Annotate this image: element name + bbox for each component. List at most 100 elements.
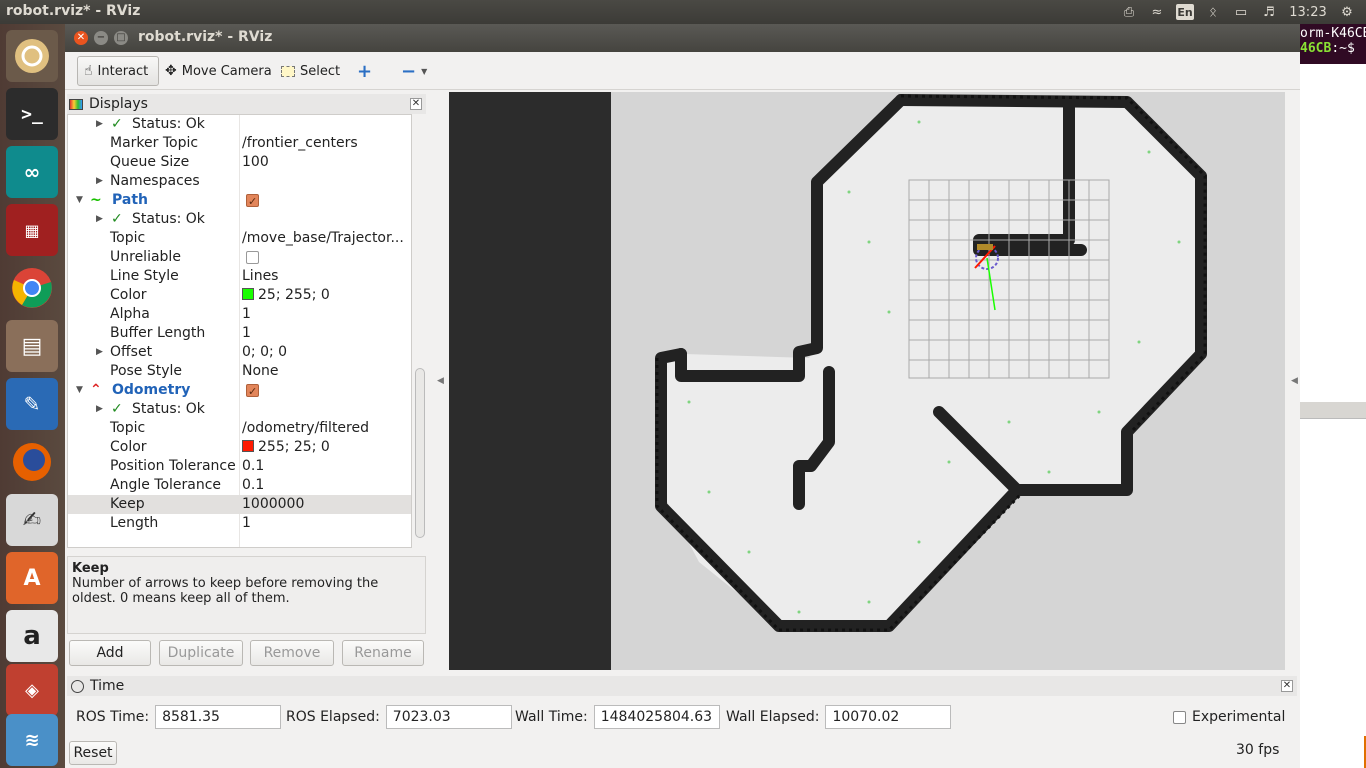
- property-value[interactable]: 0.1: [242, 476, 264, 495]
- expand-arrow-icon[interactable]: ▶: [96, 172, 103, 191]
- scrollbar-thumb[interactable]: [415, 368, 425, 538]
- tree-row-odometry-display[interactable]: ▼ ⌃ Odometry: [68, 381, 411, 401]
- remove-tool-menu[interactable]: − ▼: [395, 56, 433, 86]
- firefox-icon[interactable]: [6, 436, 58, 488]
- battery-icon[interactable]: ▭: [1232, 4, 1250, 20]
- add-display-button[interactable]: Add: [69, 640, 151, 666]
- reset-button[interactable]: Reset: [69, 741, 117, 765]
- property-value[interactable]: 25; 255; 0: [242, 286, 330, 305]
- tree-row[interactable]: Line Style Lines: [68, 267, 411, 286]
- tree-row[interactable]: ▶ ✓ Status: Ok: [68, 400, 411, 419]
- tree-row[interactable]: Angle Tolerance 0.1: [68, 476, 411, 495]
- unreliable-checkbox[interactable]: [246, 251, 259, 264]
- tree-row[interactable]: Length 1: [68, 514, 411, 533]
- property-value[interactable]: 0; 0; 0: [242, 343, 287, 362]
- move-camera-tool-button[interactable]: ✥ Move Camera: [159, 56, 278, 86]
- tree-row[interactable]: Alpha 1: [68, 305, 411, 324]
- property-value[interactable]: 1000000: [242, 495, 304, 514]
- tree-row[interactable]: Position Tolerance 0.1: [68, 457, 411, 476]
- files-icon[interactable]: ▤: [6, 320, 58, 372]
- chrome-icon[interactable]: [6, 262, 58, 314]
- odometry-enabled-checkbox[interactable]: [246, 382, 259, 401]
- tree-row[interactable]: Unreliable: [68, 248, 411, 267]
- property-value[interactable]: 100: [242, 153, 269, 172]
- terminal-icon[interactable]: >_: [6, 88, 58, 140]
- expand-arrow-icon[interactable]: ▶: [96, 343, 103, 362]
- right-splitter-arrow-icon[interactable]: ◀: [1291, 376, 1298, 386]
- path-color-swatch[interactable]: [242, 288, 254, 300]
- tree-row[interactable]: ▶ Namespaces: [68, 172, 411, 191]
- property-value[interactable]: 1: [242, 514, 251, 533]
- expand-arrow-icon[interactable]: ▶: [96, 400, 103, 419]
- tree-row[interactable]: ▶ Offset 0; 0; 0: [68, 343, 411, 362]
- tree-row-path-display[interactable]: ▼ ~ Path: [68, 191, 411, 211]
- property-value[interactable]: 0.1: [242, 457, 264, 476]
- tree-row[interactable]: Topic /move_base/Trajector...: [68, 229, 411, 248]
- printer-icon[interactable]: ⎙: [1120, 4, 1138, 20]
- bluetooth-icon[interactable]: ᛟ: [1204, 4, 1222, 20]
- background-terminal[interactable]: orm-K46CB 46CB:~$: [1300, 24, 1366, 768]
- expand-arrow-icon[interactable]: ▶: [96, 210, 103, 229]
- path-enabled-checkbox[interactable]: [246, 192, 259, 211]
- close-time-button[interactable]: ✕: [1281, 680, 1293, 692]
- ros-elapsed-value[interactable]: 7023.03: [385, 705, 512, 729]
- tree-row[interactable]: ▶ ✓ Status: Ok: [68, 115, 411, 134]
- remote-desktop-icon[interactable]: ▦: [6, 204, 58, 256]
- amazon-icon[interactable]: a: [6, 610, 58, 662]
- odom-color-swatch[interactable]: [242, 440, 254, 452]
- text-editor-icon[interactable]: ✍: [6, 494, 58, 546]
- add-tool-button[interactable]: +: [351, 56, 378, 86]
- rviz-icon[interactable]: ◈: [6, 664, 58, 716]
- rviz-stack-icon[interactable]: ≋: [6, 714, 58, 766]
- volume-icon[interactable]: ♬: [1260, 4, 1278, 20]
- tree-row[interactable]: Pose Style None: [68, 362, 411, 381]
- tree-row-selected[interactable]: Keep 1000000: [68, 495, 411, 514]
- power-gear-icon[interactable]: ⚙: [1338, 4, 1356, 20]
- wall-time-label: Wall Time:: [515, 709, 588, 725]
- property-value[interactable]: 1: [242, 324, 251, 343]
- experimental-toggle[interactable]: Experimental: [1173, 705, 1285, 729]
- remove-display-button[interactable]: Remove: [250, 640, 334, 666]
- property-value[interactable]: /odometry/filtered: [242, 419, 369, 438]
- ros-time-value[interactable]: 8581.35: [155, 705, 282, 729]
- property-value[interactable]: 1: [242, 305, 251, 324]
- maximize-window-button[interactable]: □: [114, 31, 128, 45]
- collapse-arrow-icon[interactable]: ▼: [76, 381, 83, 400]
- rename-display-button[interactable]: Rename: [342, 640, 424, 666]
- left-splitter-arrow-icon[interactable]: ◀: [437, 376, 444, 386]
- interact-tool-button[interactable]: ☝ Interact: [77, 56, 159, 86]
- tree-row[interactable]: Queue Size 100: [68, 153, 411, 172]
- tree-row[interactable]: Color 25; 255; 0: [68, 286, 411, 305]
- wifi-icon[interactable]: ≈: [1148, 4, 1166, 20]
- displays-scrollbar[interactable]: [414, 114, 426, 548]
- collapse-arrow-icon[interactable]: ▼: [76, 191, 83, 210]
- ubuntu-dash-icon[interactable]: [6, 30, 58, 82]
- interact-label: Interact: [97, 63, 149, 79]
- 3d-render-view[interactable]: [449, 92, 1285, 670]
- property-value[interactable]: Lines: [242, 267, 278, 286]
- wall-elapsed-value[interactable]: 10070.02: [825, 705, 952, 729]
- clock[interactable]: 13:23: [1288, 4, 1328, 20]
- arduino-icon[interactable]: ∞: [6, 146, 58, 198]
- tree-row[interactable]: Buffer Length 1: [68, 324, 411, 343]
- tree-row[interactable]: ▶ ✓ Status: Ok: [68, 210, 411, 229]
- property-value[interactable]: 255; 25; 0: [242, 438, 330, 457]
- minimize-window-button[interactable]: −: [94, 31, 108, 45]
- software-center-icon[interactable]: A: [6, 552, 58, 604]
- keyboard-layout-indicator[interactable]: En: [1176, 4, 1194, 20]
- expand-arrow-icon[interactable]: ▶: [96, 115, 103, 134]
- property-value[interactable]: /frontier_centers: [242, 134, 358, 153]
- tree-row[interactable]: Topic /odometry/filtered: [68, 419, 411, 438]
- tree-row[interactable]: Marker Topic /frontier_centers: [68, 134, 411, 153]
- duplicate-display-button[interactable]: Duplicate: [159, 640, 243, 666]
- tree-row[interactable]: Color 255; 25; 0: [68, 438, 411, 457]
- experimental-checkbox[interactable]: [1173, 710, 1186, 724]
- select-tool-button[interactable]: Select: [275, 56, 346, 86]
- close-displays-button[interactable]: ✕: [410, 98, 422, 110]
- property-value[interactable]: /move_base/Trajector...: [242, 229, 404, 248]
- writer-icon[interactable]: ✎: [6, 378, 58, 430]
- close-window-button[interactable]: ✕: [74, 31, 88, 45]
- wall-time-value[interactable]: 1484025804.63: [593, 705, 720, 729]
- window-titlebar[interactable]: ✕ − □ robot.rviz* - RViz: [65, 24, 1300, 52]
- property-value[interactable]: None: [242, 362, 279, 381]
